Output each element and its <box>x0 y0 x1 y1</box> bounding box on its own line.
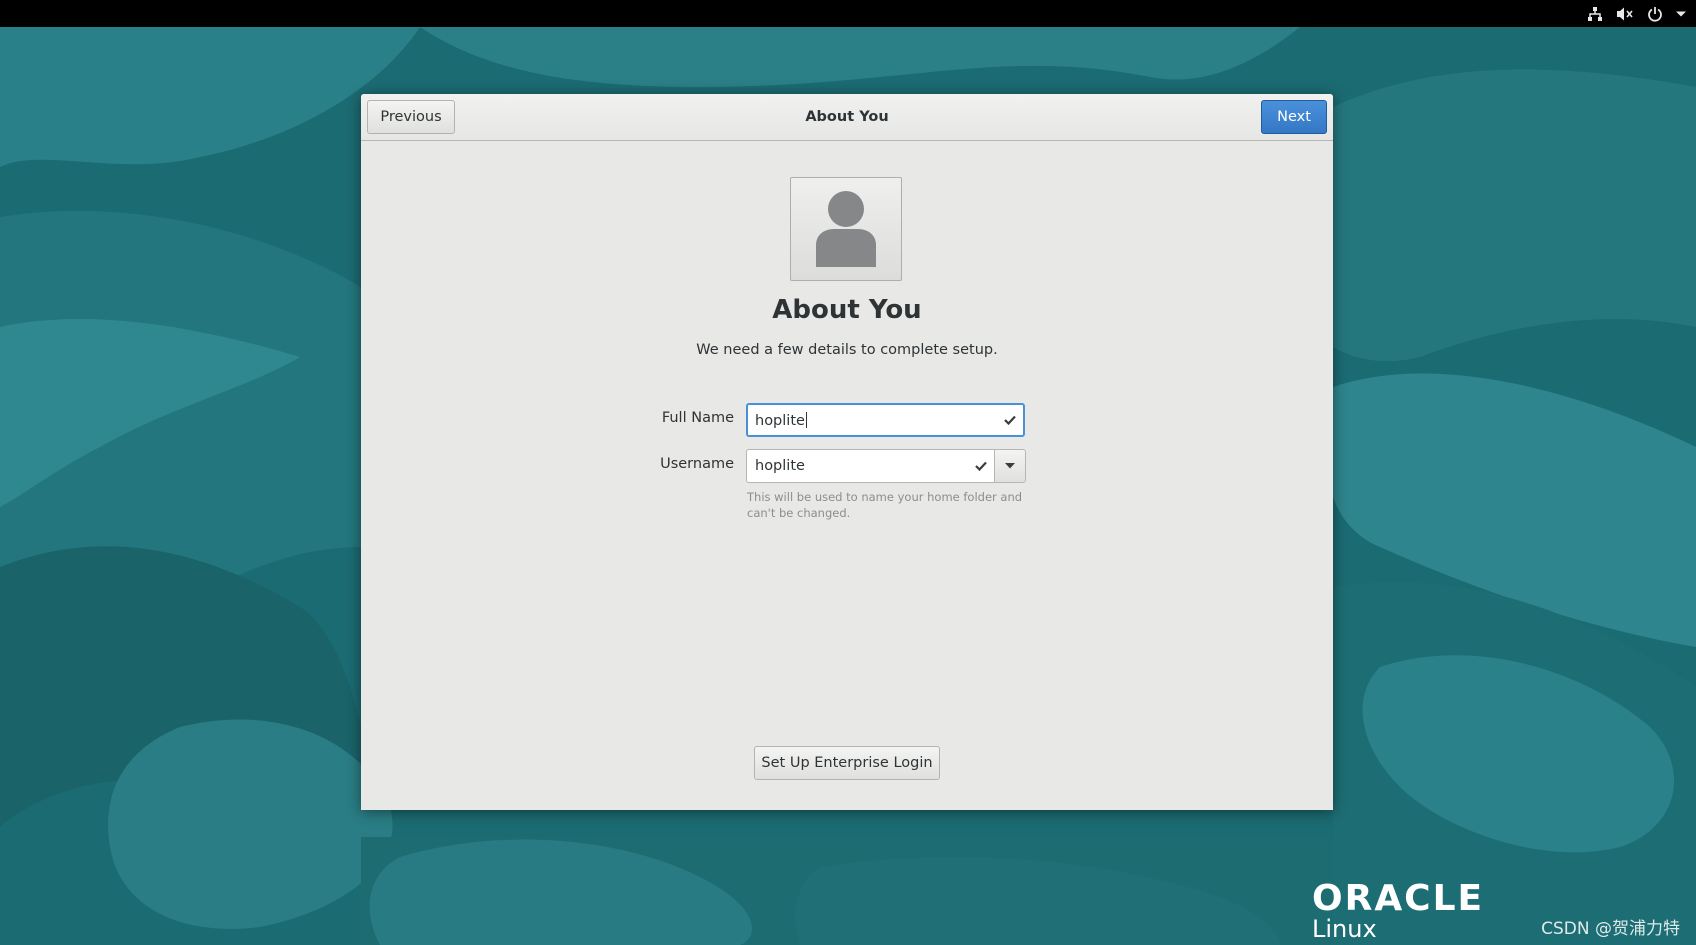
avatar-button[interactable] <box>790 177 902 281</box>
checkmark-icon <box>997 415 1023 425</box>
page-heading: About You <box>772 295 922 325</box>
power-icon[interactable] <box>1646 5 1664 23</box>
username-field[interactable]: hoplite <box>746 449 995 483</box>
full-name-label: Full Name <box>661 410 734 426</box>
username-value[interactable]: hoplite <box>747 458 968 474</box>
oracle-wordmark: ORACLE <box>1312 878 1485 919</box>
username-label: Username <box>660 456 734 472</box>
volume-muted-icon[interactable] <box>1616 5 1634 23</box>
full-name-value[interactable]: hoplite <box>748 411 997 429</box>
top-bar <box>0 0 1696 27</box>
network-wired-icon[interactable] <box>1586 5 1604 23</box>
username-dropdown-button[interactable] <box>994 449 1026 483</box>
text-cursor <box>805 411 807 428</box>
header-title: About You <box>805 109 889 125</box>
full-name-field[interactable]: hoplite <box>746 403 1025 437</box>
checkmark-icon <box>968 461 994 471</box>
username-hint: This will be used to name your home fold… <box>747 490 1023 520</box>
user-avatar-icon <box>816 191 876 267</box>
watermark-text: CSDN @贺浦力特 <box>1541 919 1680 939</box>
previous-button[interactable]: Previous <box>367 100 455 134</box>
oracle-linux-logo: ORACLE Linux <box>1312 878 1485 944</box>
menu-arrow-icon[interactable] <box>1676 5 1686 23</box>
initial-setup-dialog: About You Previous Next About You We nee… <box>361 94 1333 810</box>
page-subtitle: We need a few details to complete setup. <box>696 342 998 358</box>
next-button[interactable]: Next <box>1261 100 1327 134</box>
chevron-down-icon <box>1005 463 1015 469</box>
header-bar: About You Previous Next <box>361 94 1333 141</box>
enterprise-login-button[interactable]: Set Up Enterprise Login <box>754 746 940 780</box>
linux-wordmark: Linux <box>1312 915 1377 943</box>
system-status-area[interactable] <box>1586 0 1686 27</box>
